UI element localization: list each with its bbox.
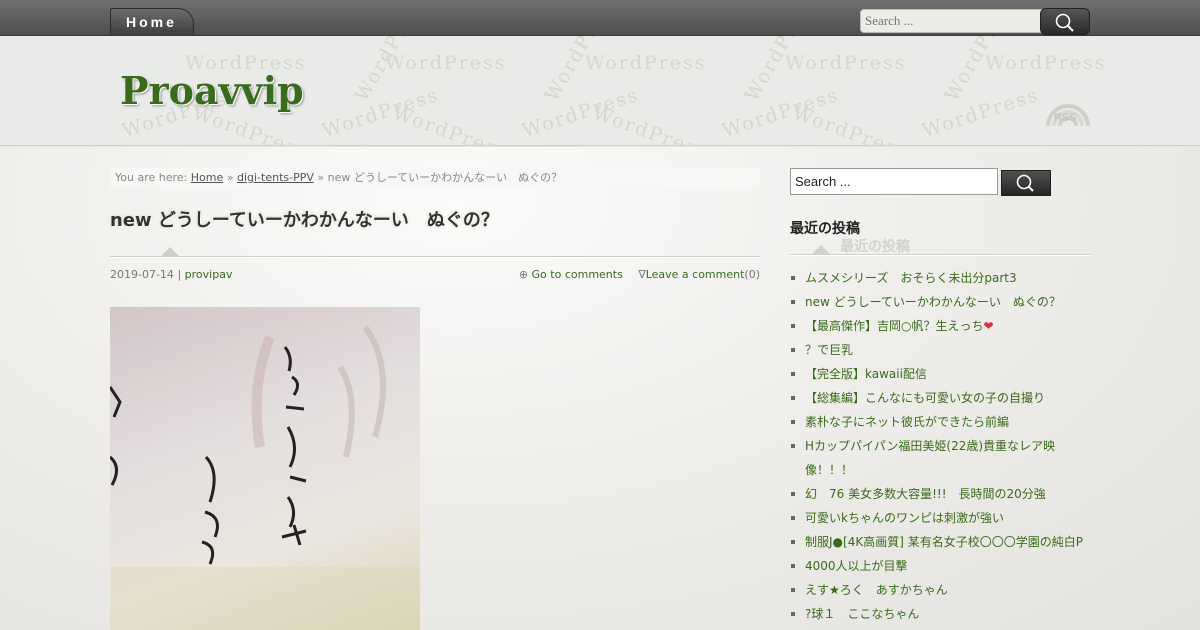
list-item: ？で巨乳 [790, 338, 1090, 362]
post-image[interactable] [110, 307, 420, 630]
recent-post-link[interactable]: 素朴な子にネット彼氏ができたら前編 [805, 415, 1009, 429]
list-item: えす★ろく あすかちゃん [790, 578, 1090, 602]
search-icon [1016, 174, 1034, 192]
recent-post-link[interactable]: new どうしーていーかわかんなーい ぬぐの？ [805, 295, 1061, 309]
post-title: new どうしーていーかわかんなーい ぬぐの？ [110, 210, 499, 231]
breadcrumb-home-link[interactable]: Home [191, 171, 223, 184]
comment-count: (0) [744, 268, 760, 281]
breadcrumb-current: new どうしーていーかわかんなーい ぬぐの？ [327, 171, 563, 184]
sidebar-search-input[interactable] [790, 168, 998, 195]
recent-post-link[interactable]: ムスメシリーズ おそらく未出分part3 [805, 271, 1017, 285]
recent-post-link[interactable]: 【総集編】こんなにも可愛い女の子の自撮り [805, 391, 1045, 405]
list-item: 【総集編】こんなにも可愛い女の子の自撮り [790, 386, 1090, 410]
post-date: 2019-07-14 [110, 268, 174, 281]
breadcrumb-prefix: You are here: [115, 171, 188, 184]
recent-post-link[interactable]: ?球１ ここなちゃん [805, 607, 919, 621]
site-header: WordPress WordPress WordPress WordPress … [0, 36, 1200, 146]
watermark: WordPress [585, 52, 707, 74]
list-item: ?球１ ここなちゃん [790, 602, 1090, 626]
list-item: new どうしーていーかわかんなーい ぬぐの？ [790, 290, 1090, 314]
rss-feed-link[interactable]: RSS [1044, 86, 1092, 146]
widget-divider [790, 254, 1090, 256]
list-item: 素朴な子にネット彼氏ができたら前編 [790, 410, 1090, 434]
list-item: ムスメシリーズ おそらく未出分part3 [790, 266, 1090, 290]
recent-post-link[interactable]: 可愛いkちゃんのワンピは刺激が強い [805, 511, 1004, 525]
breadcrumb-separator: » [226, 171, 234, 184]
comments-icon: ⊕ [518, 268, 529, 281]
watermark: WordPress [985, 52, 1107, 74]
watermark: WordPress [919, 83, 1042, 143]
sidebar-search-button[interactable] [1001, 170, 1051, 196]
top-nav-bar: Home [0, 0, 1200, 36]
watermark: WordPress [389, 101, 512, 146]
top-search-button[interactable] [1040, 8, 1090, 35]
list-item: 【最高傑作】吉岡○帆？生えっち❤ [790, 314, 1090, 338]
top-search-input[interactable] [860, 9, 1048, 33]
breadcrumb: You are here: Home » digi-tents-PPV » ne… [110, 168, 760, 188]
rss-label: RSS [1054, 112, 1077, 124]
recent-post-link[interactable]: えす★ろく あすかちゃん [805, 583, 948, 597]
watermark: WordPress [789, 101, 912, 146]
heart-icon: ❤ [983, 319, 994, 333]
recent-post-link[interactable]: Hカップパイパン福田美姫(22歳)貴重なレア映像！！！ [805, 434, 1065, 482]
watermark: WordPress [785, 52, 907, 74]
list-item: 制服J●[4K高画質] 某有名女子校〇〇〇学園の純白P [790, 530, 1090, 554]
home-tab[interactable]: Home [110, 8, 194, 36]
handwriting-photo [110, 325, 420, 630]
recent-post-link[interactable]: 【完全版】kawaii配信 [805, 367, 927, 381]
title-divider-notch [160, 247, 180, 257]
leave-comment-link[interactable]: Leave a comment [646, 268, 745, 281]
leave-comment-icon: ∇ [638, 268, 646, 281]
recent-post-link[interactable]: 幻 76 美女多数大容量!!! 長時間の20分強 [805, 487, 1046, 501]
list-item: 【完全版】kawaii配信 [790, 362, 1090, 386]
breadcrumb-category-link[interactable]: digi-tents-PPV [237, 171, 314, 184]
post-comment-links: ⊕ Go to comments ∇Leave a comment(0) [507, 268, 760, 281]
recent-posts-title: 最近の投稿 [790, 221, 860, 237]
title-divider [110, 256, 760, 258]
list-item: 幻 76 美女多数大容量!!! 長時間の20分強 [790, 482, 1090, 506]
recent-post-link[interactable]: ？で巨乳 [805, 343, 853, 357]
list-item: 4000人以上が目撃 [790, 554, 1090, 578]
search-icon [1055, 13, 1074, 32]
list-item: 可愛いkちゃんのワンピは刺激が強い [790, 506, 1090, 530]
post-author-link[interactable]: provipav [185, 268, 233, 281]
list-item: Hカップパイパン福田美姫(22歳)貴重なレア映像！！！ [790, 434, 1090, 482]
watermark: WordPress [385, 52, 507, 74]
watermark: WordPress [589, 101, 712, 146]
recent-post-link[interactable]: 4000人以上が目撃 [805, 559, 908, 573]
widget-divider-notch [812, 245, 830, 254]
recent-post-link[interactable]: 制服J●[4K高画質] 某有名女子校〇〇〇学園の純白P [805, 535, 1083, 549]
breadcrumb-separator: » [317, 171, 325, 184]
go-to-comments-link[interactable]: Go to comments [532, 268, 623, 281]
recent-posts-title-shadow: 最近の投稿 [840, 239, 910, 255]
site-title[interactable]: Proavvip [120, 68, 304, 113]
meta-separator: | [177, 268, 182, 281]
recent-posts-list: ムスメシリーズ おそらく未出分part3 new どうしーていーかわかんなーい … [790, 266, 1090, 626]
post-meta: 2019-07-14 | provipav ⊕ Go to comments ∇… [110, 268, 760, 281]
recent-post-link[interactable]: 【最高傑作】吉岡○帆？生えっち [805, 319, 983, 333]
